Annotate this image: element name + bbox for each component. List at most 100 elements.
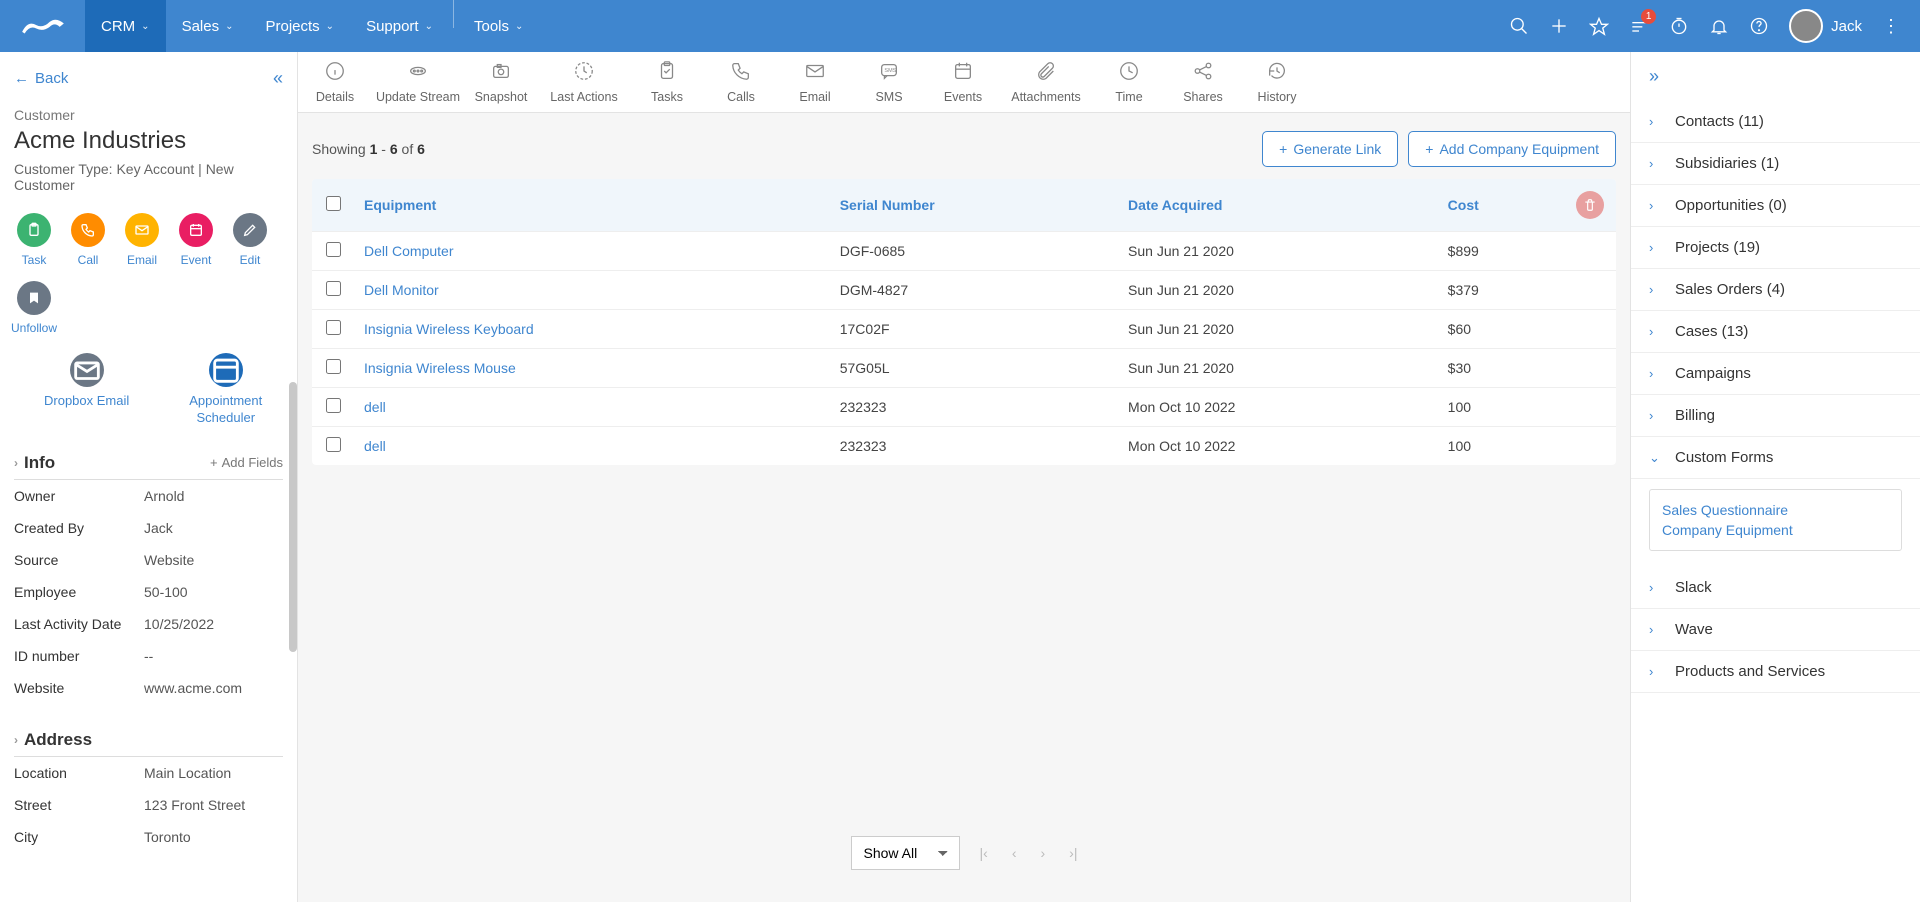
right-sub-link[interactable]: Sales Questionnaire [1662,500,1889,520]
tab-time[interactable]: Time [1092,60,1166,104]
address-row: CityToronto [14,821,283,853]
cell-date: Sun Jun 21 2020 [1118,271,1438,310]
logo[interactable] [0,0,85,52]
nav-crm[interactable]: CRM⌄ [85,0,166,52]
bell-icon[interactable] [1709,16,1729,36]
right-item-campaigns[interactable]: ›Campaigns [1631,353,1920,395]
tab-snapshot[interactable]: Snapshot [464,60,538,104]
tab-tasks[interactable]: Tasks [630,60,704,104]
address-title[interactable]: ›Address [14,730,92,750]
tab-label: Shares [1183,90,1223,104]
add-fields-button[interactable]: + Add Fields [210,455,283,470]
generate-link-button[interactable]: + Generate Link [1262,131,1398,167]
help-icon[interactable] [1749,16,1769,36]
row-checkbox[interactable] [326,320,341,335]
right-item-contacts-[interactable]: ›Contacts (11) [1631,101,1920,143]
right-item-wave[interactable]: ›Wave [1631,609,1920,651]
info-title[interactable]: ›Info [14,453,55,473]
cell-serial: 57G05L [830,349,1118,388]
tab-calls[interactable]: Calls [704,60,778,104]
right-item-label: Custom Forms [1675,449,1773,466]
tab-shares[interactable]: Shares [1166,60,1240,104]
equipment-link[interactable]: dell [364,399,386,415]
event-button[interactable]: Event [176,213,216,267]
pager-last-icon[interactable]: ›| [1069,845,1077,861]
row-checkbox[interactable] [326,242,341,257]
equipment-link[interactable]: Insignia Wireless Mouse [364,360,516,376]
plus-icon[interactable] [1549,16,1569,36]
search-icon[interactable] [1509,16,1529,36]
col-equipment[interactable]: Equipment [354,179,830,232]
task-button[interactable]: Task [14,213,54,267]
right-item-opportunities-[interactable]: ›Opportunities (0) [1631,185,1920,227]
call-button[interactable]: Call [68,213,108,267]
tab-attachments[interactable]: Attachments [1000,60,1092,104]
appointment-scheduler-button[interactable]: Appointment Scheduler [189,353,262,427]
row-checkbox[interactable] [326,437,341,452]
back-link[interactable]: ← Back [14,70,68,87]
pager-next-icon[interactable]: › [1041,845,1046,861]
timer-icon[interactable] [1669,16,1689,36]
kebab-icon[interactable]: ⋮ [1882,16,1900,37]
equipment-link[interactable]: dell [364,438,386,454]
unfollow-button[interactable]: Unfollow [14,281,54,335]
address-row: Street123 Front Street [14,789,283,821]
right-item-cases-[interactable]: ›Cases (13) [1631,311,1920,353]
equipment-link[interactable]: Dell Monitor [364,282,439,298]
delete-button[interactable] [1576,191,1604,219]
user-menu[interactable]: Jack [1789,9,1862,43]
nav-projects[interactable]: Projects⌄ [249,0,350,52]
right-item-products-and-services[interactable]: ›Products and Services [1631,651,1920,693]
add-company-equipment-button[interactable]: + Add Company Equipment [1408,131,1616,167]
right-item-projects-[interactable]: ›Projects (19) [1631,227,1920,269]
right-item-slack[interactable]: ›Slack [1631,567,1920,609]
dropbox-email-button[interactable]: Dropbox Email [44,353,129,427]
right-sub-link[interactable]: Company Equipment [1662,520,1889,540]
edit-button[interactable]: Edit [230,213,270,267]
cell-serial: 17C02F [830,310,1118,349]
row-checkbox[interactable] [326,281,341,296]
cell-date: Sun Jun 21 2020 [1118,349,1438,388]
collapse-left-icon[interactable]: « [273,68,283,89]
equipment-link[interactable]: Insignia Wireless Keyboard [364,321,534,337]
nav-tools[interactable]: Tools⌄ [458,0,539,52]
tab-update-stream[interactable]: Update Stream [372,60,464,104]
col-serial[interactable]: Serial Number [830,179,1118,232]
info-label: Last Activity Date [14,616,144,632]
address-value: 123 Front Street [144,797,245,813]
tab-details[interactable]: Details [298,60,372,104]
pager: Show All |‹ ‹ › ›| [312,822,1616,884]
email-button[interactable]: Email [122,213,162,267]
info-row: OwnerArnold [14,480,283,512]
pager-select[interactable]: Show All [851,836,960,870]
collapse-right-icon[interactable]: » [1631,52,1920,101]
pager-prev-icon[interactable]: ‹ [1012,845,1017,861]
tab-email[interactable]: Email [778,60,852,104]
topbar-right: 1 Jack ⋮ [1509,9,1920,43]
col-date[interactable]: Date Acquired [1118,179,1438,232]
right-item-subsidiaries-[interactable]: ›Subsidiaries (1) [1631,143,1920,185]
scrollbar-handle[interactable] [289,382,297,652]
select-all-checkbox[interactable] [326,196,341,211]
row-checkbox[interactable] [326,359,341,374]
chevron-icon: › [1649,114,1661,129]
star-icon[interactable] [1589,16,1609,36]
nav-sales[interactable]: Sales⌄ [166,0,250,52]
address-row: LocationMain Location [14,757,283,789]
right-item-billing[interactable]: ›Billing [1631,395,1920,437]
row-checkbox[interactable] [326,398,341,413]
right-item-custom-forms[interactable]: ⌄Custom Forms [1631,437,1920,479]
pager-first-icon[interactable]: |‹ [980,845,988,861]
tab-last-actions[interactable]: Last Actions [538,60,630,104]
activity-icon[interactable]: 1 [1629,16,1649,36]
tab-sms[interactable]: SMSSMS [852,60,926,104]
cell-serial: 232323 [830,388,1118,427]
info-section: ›Info + Add Fields OwnerArnoldCreated By… [14,453,283,704]
tab-history[interactable]: History [1240,60,1314,104]
cell-cost: 100 [1438,388,1566,427]
equipment-link[interactable]: Dell Computer [364,243,453,259]
col-cost[interactable]: Cost [1438,179,1566,232]
right-item-sales-orders-[interactable]: ›Sales Orders (4) [1631,269,1920,311]
nav-support[interactable]: Support⌄ [350,0,449,52]
tab-events[interactable]: Events [926,60,1000,104]
